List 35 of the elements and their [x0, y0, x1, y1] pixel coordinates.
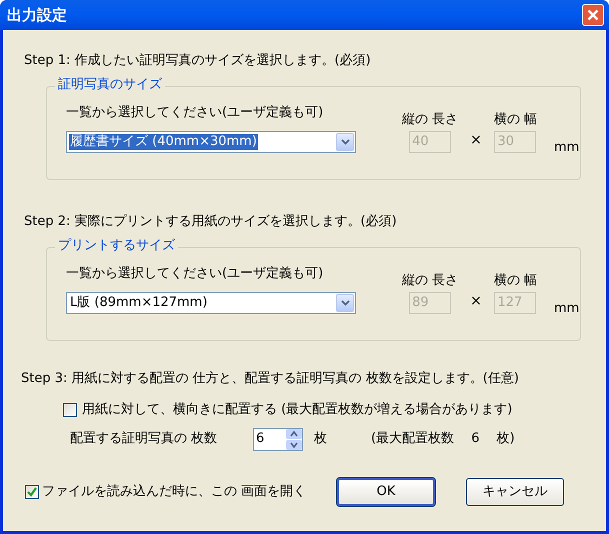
checkbox[interactable] — [25, 484, 39, 498]
step-label: Step 3: 用紙に対する配置の 仕方と、配置する証明写真の 枚数を設定します。(任意) — [21, 370, 520, 387]
count-label: 配置する証明写真の 枚数 — [70, 430, 218, 448]
field-label: 横の 幅 — [494, 112, 538, 128]
times-sign: × — [470, 292, 482, 311]
times-sign: × — [470, 131, 482, 150]
checkbox-label: 用紙に対して、横向きに配置する (最大配置枚数が増える場合があります) — [82, 400, 512, 419]
unit-label: mm — [554, 300, 580, 318]
group-title: 証明写真のサイズ — [55, 77, 165, 93]
size-dropdown[interactable]: 履歴書サイズ (40mm×30mm) — [66, 131, 356, 153]
prompt-text: 一覧から選択してください(ユーザ定義も可) — [66, 266, 324, 282]
prompt-text: 一覧から選択してください(ユーザ定義も可) — [66, 105, 324, 121]
max-count-text: (最大配置枚数 6 枚) — [371, 430, 515, 448]
step-label: Step 1: 作成したい証明写真のサイズを選択します。(必須) — [24, 52, 372, 69]
window-title: 出力設定 — [7, 4, 67, 26]
count-spinner[interactable]: 6 — [253, 428, 303, 450]
size-dropdown[interactable]: L版 (89mm×127mm) — [66, 292, 356, 314]
group-title: プリントするサイズ — [55, 238, 178, 254]
dropdown-value: 履歴書サイズ (40mm×30mm) — [69, 134, 258, 150]
checkbox[interactable] — [63, 402, 77, 417]
dialog-button[interactable]: OK — [337, 478, 435, 506]
unit-label: 枚 — [314, 430, 327, 448]
checkbox-label: ファイルを読み込んだ時に、この 画面を開く — [42, 482, 306, 501]
field-label: 縦の 長さ — [402, 112, 458, 128]
close-button[interactable] — [582, 4, 604, 26]
step-label: Step 2: 実際にプリントする用紙のサイズを選択します。(必須) — [24, 213, 398, 230]
unit-label: mm — [554, 138, 580, 156]
spinner-arrows-icon[interactable] — [286, 428, 302, 450]
field-label: 横の 幅 — [494, 273, 538, 289]
close-icon — [587, 9, 599, 21]
checkmark-icon — [27, 486, 37, 496]
field-label: 縦の 長さ — [402, 273, 458, 289]
dropdown-value: L版 (89mm×127mm) — [69, 295, 208, 311]
spinner-value: 6 — [256, 430, 266, 448]
dialog-button[interactable]: キャンセル — [466, 478, 564, 506]
